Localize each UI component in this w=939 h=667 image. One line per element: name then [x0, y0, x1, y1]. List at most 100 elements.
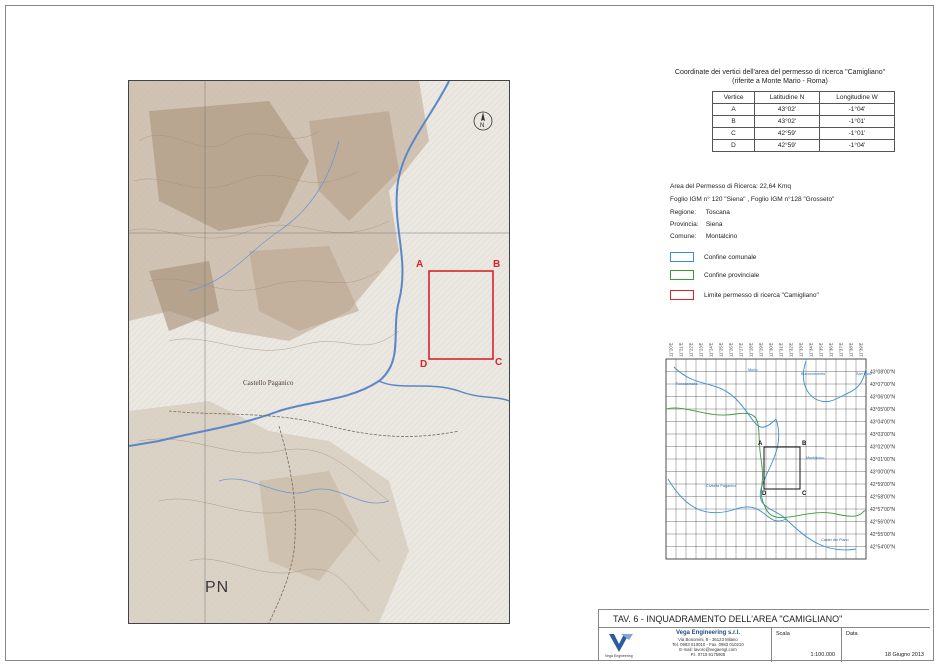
cell-lat: 42°59': [754, 127, 820, 140]
lon-tick-label: 11°20'E: [669, 343, 674, 357]
lon-tick-label: 11°36'E: [829, 343, 834, 357]
inset-place-label: Castel del Piano: [821, 538, 849, 542]
inset-vertex-b: B: [802, 441, 807, 447]
topographic-map[interactable]: A B C D Castello Paganico PN: [128, 80, 510, 624]
lon-tick-label: 11°34'E: [809, 343, 814, 357]
cell-lat: 43°02': [754, 103, 820, 116]
lat-tick-label: 43°07'00"N: [870, 382, 895, 388]
lon-tick-label: 11°22'E: [689, 343, 694, 357]
comune-row: Comune: Montalcino: [670, 233, 737, 240]
scale-label: Scala: [776, 631, 790, 637]
coordinates-title: Coordinate dei vertici dell'area del per…: [655, 68, 905, 86]
inset-place-label: Civitella Paganico: [706, 484, 736, 488]
regione-label: Regione:: [670, 209, 697, 216]
coordinates-title-line2: (riferite a Monte Mario - Roma): [732, 78, 828, 85]
lon-tick-label: 11°30'E: [769, 343, 774, 357]
date-label: Data: [846, 631, 858, 637]
comune-label: Comune:: [670, 233, 697, 240]
cell-vertex: D: [712, 139, 755, 152]
lat-tick-label: 42°59'00"N: [870, 482, 895, 488]
north-label: N: [480, 123, 485, 129]
header-longitude: Longitudine W: [819, 91, 895, 104]
legend-swatch-comunale: [670, 252, 694, 262]
table-row: B 43°02' -1°01': [712, 115, 895, 128]
lon-tick-label: 11°29'E: [759, 343, 764, 357]
provincia-label: Provincia:: [670, 221, 699, 228]
regione-row: Regione: Toscana: [670, 209, 730, 216]
inset-place-label: Montalcino: [806, 456, 824, 460]
legend-label-provinciale: Confine provinciale: [704, 272, 760, 279]
provincia-value: Siena: [705, 221, 723, 228]
lon-tick-label: 11°25'E: [719, 343, 724, 357]
company-vat: P.I. 0715 9175905: [690, 652, 726, 657]
header-vertice: Vertice: [712, 91, 755, 104]
scale-value: 1:100.000: [810, 652, 835, 658]
topo-svg: [129, 81, 509, 623]
title-block: TAV. 6 - INQUADRAMENTO DELL'AREA "CAMIGL…: [598, 609, 930, 662]
date-value: 18 Giugno 2013: [884, 652, 924, 658]
company-name: Vega Engineering s.r.l.: [675, 630, 741, 636]
sheet-title: TAV. 6 - INQUADRAMENTO DELL'AREA "CAMIGL…: [599, 610, 930, 628]
inset-map[interactable]: 11°20'E 11°21'E 11°22'E 11°23'E 11°24'E 11°25…: [658, 325, 920, 565]
cell-lon: -1°01': [819, 115, 895, 128]
table-header-row: Vertice Latitudine N Longitudine W: [712, 91, 895, 104]
vertex-b-label: B: [493, 259, 501, 270]
legend-swatch-permesso: [670, 290, 694, 300]
lat-tick-label: 42°58'00"N: [870, 494, 895, 500]
lat-tick-label: 42°56'00"N: [870, 519, 895, 525]
lat-tick-label: 43°06'00"N: [870, 394, 895, 400]
legend-swatch-provinciale: [670, 270, 694, 280]
lat-tick-label: 43°01'00"N: [870, 457, 895, 463]
lat-tick-label: 42°54'00"N: [870, 544, 895, 550]
company-logo: Vega Engineering: [599, 628, 645, 662]
inset-place-label: Murlo: [748, 368, 758, 372]
foglio-info: Foglio IGM n° 120 "Siena" , Foglio IGM n…: [670, 196, 835, 203]
north-arrow: N: [472, 110, 494, 132]
pn-label: PN: [205, 579, 230, 596]
lon-tick-label: 11°31'E: [779, 343, 784, 357]
lat-tick-label: 43°03'00"N: [870, 432, 895, 438]
date-cell: Data 18 Giugno 2013: [841, 628, 930, 662]
table-row: C 42°59' -1°01': [712, 127, 895, 140]
inset-place-label: San Giov.: [856, 372, 872, 376]
cell-lat: 42°59': [754, 139, 820, 152]
lon-tick-label: 11°39'E: [859, 343, 864, 357]
lon-tick-label: 11°32'E: [789, 343, 794, 357]
table-row: D 42°59' -1°04': [712, 139, 895, 152]
scale-cell: Scala 1:100.000: [771, 628, 841, 662]
cell-vertex: A: [712, 103, 755, 116]
header-latitude: Latitudine N: [754, 91, 820, 104]
inset-place-label: Buonconvento: [801, 372, 825, 376]
town-label: Castello Paganico: [243, 379, 294, 387]
company-info: Vega Engineering s.r.l. Via Bonomini, 8 …: [647, 629, 769, 662]
lat-tick-label: 42°55'00"N: [870, 532, 895, 538]
vertex-d-label: D: [420, 359, 428, 370]
inset-vertex-c: C: [802, 491, 807, 497]
legend-label-permesso: Limite permesso di ricerca "Camigliano": [704, 292, 819, 299]
cell-lon: -1°04': [819, 139, 895, 152]
area-info: Area del Permesso di Ricerca: 22,64 Kmq: [670, 183, 792, 190]
lat-tick-label: 43°02'00"N: [870, 444, 895, 450]
provincia-row: Provincia: Siena: [670, 221, 722, 228]
cell-vertex: C: [712, 127, 755, 140]
inset-vertex-d: D: [762, 491, 767, 497]
lon-tick-label: 11°33'E: [799, 343, 804, 357]
vertex-a-label: A: [416, 259, 424, 270]
lon-tick-label: 11°35'E: [819, 343, 824, 357]
table-row: A 43°02' -1°04': [712, 103, 895, 116]
lat-tick-label: 43°00'00"N: [870, 469, 895, 475]
inset-place-label: Roccastrada: [676, 382, 698, 386]
lon-tick-label: 11°23'E: [699, 343, 704, 357]
inset-vertex-a: A: [758, 441, 763, 447]
inset-map-svg: 11°20'E 11°21'E 11°22'E 11°23'E 11°24'E 11°25…: [665, 343, 895, 560]
lat-tick-label: 42°57'00"N: [870, 507, 895, 513]
lon-tick-label: 11°37'E: [839, 343, 844, 357]
cell-lon: -1°04': [819, 103, 895, 116]
lon-tick-label: 11°21'E: [679, 343, 684, 357]
lon-tick-label: 11°28'E: [749, 343, 754, 357]
lon-tick-label: 11°27'E: [739, 343, 744, 357]
cell-lon: -1°01': [819, 127, 895, 140]
cell-vertex: B: [712, 115, 755, 128]
lon-tick-label: 11°26'E: [729, 343, 734, 357]
lat-tick-label: 43°04'00"N: [870, 419, 895, 425]
